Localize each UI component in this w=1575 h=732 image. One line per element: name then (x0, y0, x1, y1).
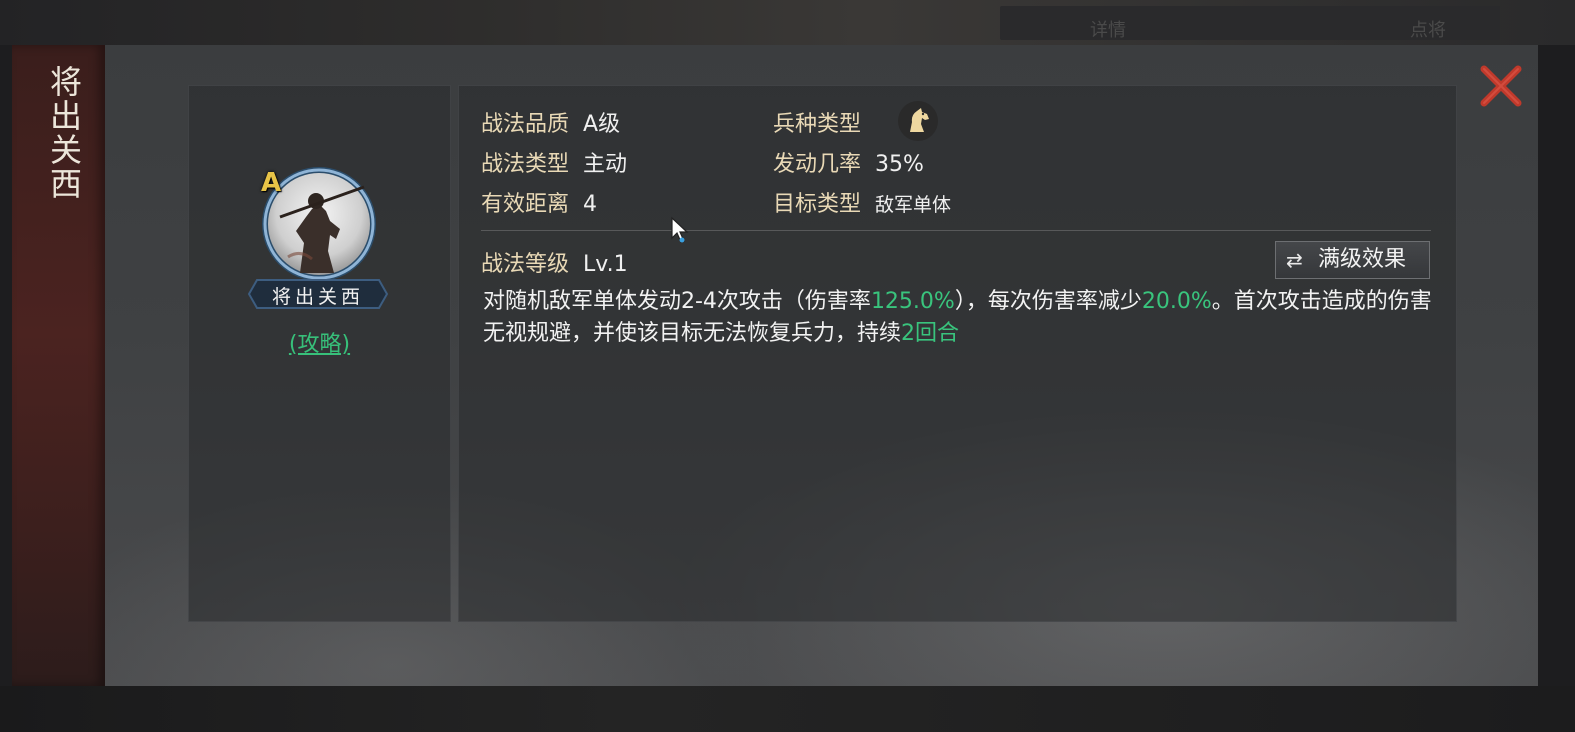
troop-row: 兵种类型 (773, 106, 861, 138)
rate-label: 发动几率 (773, 152, 862, 177)
divider (481, 230, 1431, 231)
desc-decrease-rate: 20.0% (1141, 289, 1212, 314)
background-tab-1: 详情 (1090, 20, 1126, 41)
target-value: 敌军单体 (875, 194, 952, 216)
guide-link[interactable]: (攻略) (189, 326, 450, 358)
target-row: 目标类型 敌军单体 (773, 186, 951, 218)
range-label: 有效距离 (481, 192, 570, 217)
swap-arrows-icon: ⇄ (1286, 248, 1303, 272)
range-value: 4 (583, 192, 598, 217)
range-row: 有效距离 4 (481, 186, 597, 218)
grade-badge: A (261, 168, 282, 198)
skill-name: 将出关西 (271, 286, 364, 308)
type-value: 主动 (583, 152, 628, 177)
type-label: 战法类型 (481, 152, 570, 177)
rate-row: 发动几率 35% (773, 146, 924, 178)
target-label: 目标类型 (773, 192, 862, 217)
modal-title: 将出关西 (45, 65, 83, 201)
title-strip: 将出关西 (12, 45, 105, 686)
level-label: 战法等级 (481, 252, 570, 277)
desc-part-1: 对随机敌军单体发动2-4次攻击（伤害率 (483, 289, 871, 314)
level-value: Lv.1 (583, 252, 628, 277)
background-tab-2: 点将 (1410, 20, 1446, 41)
skill-detail-modal: 将出关西 A 将出关西 (攻略) 战法品质 A级 兵种类型 战法类型 主动 发动… (12, 45, 1538, 686)
max-level-effect-button[interactable]: ⇄ 满级效果 (1275, 241, 1430, 279)
close-icon (1480, 65, 1522, 107)
close-button[interactable] (1478, 63, 1524, 109)
mouse-cursor-icon (671, 216, 689, 243)
troop-label: 兵种类型 (773, 112, 862, 137)
quality-value: A级 (583, 112, 621, 137)
max-level-effect-label: 满级效果 (1318, 247, 1407, 272)
desc-part-2: ），每次伤害率减少 (954, 289, 1142, 314)
skill-description: 对随机敌军单体发动2-4次攻击（伤害率125.0%），每次伤害率减少20.0%。… (483, 286, 1433, 350)
background-bottom-bar (0, 686, 1575, 732)
quality-label: 战法品质 (481, 112, 570, 137)
skill-card-panel: A 将出关西 (攻略) (188, 85, 451, 622)
skill-info-panel: 战法品质 A级 兵种类型 战法类型 主动 发动几率 35% 有效距离 4 目标类型 敌军单… (458, 85, 1457, 622)
desc-damage-rate: 125.0% (870, 289, 955, 314)
desc-duration: 2回合 (901, 321, 960, 346)
horse-icon (898, 101, 938, 141)
rate-value: 35% (875, 152, 924, 177)
type-row: 战法类型 主动 (481, 146, 627, 178)
level-row: 战法等级 Lv.1 (481, 246, 628, 278)
quality-row: 战法品质 A级 (481, 106, 620, 138)
background-top-bar: 详情 点将 (0, 0, 1575, 45)
